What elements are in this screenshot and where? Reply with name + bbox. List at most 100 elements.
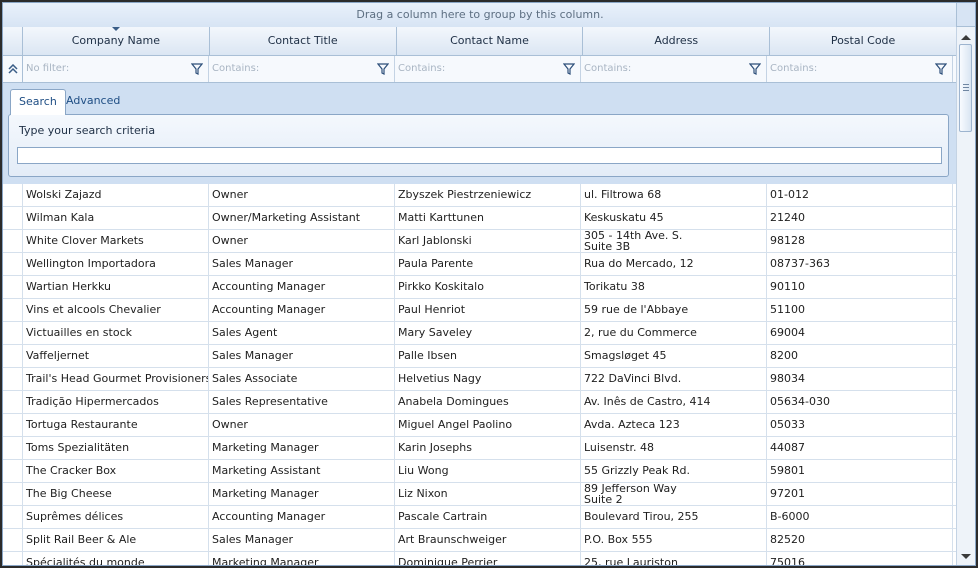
column-header-address[interactable]: Address xyxy=(583,27,771,55)
cell-contact-name[interactable]: Paula Parente xyxy=(395,253,581,275)
group-by-panel[interactable]: Drag a column here to group by this colu… xyxy=(3,3,957,28)
cell-postal-code[interactable]: 75016 xyxy=(767,552,953,565)
table-row[interactable]: Wellington Importadora Sales Manager Paula… xyxy=(3,253,957,276)
row-indicator[interactable] xyxy=(3,529,23,551)
cell-postal-code[interactable]: 8200 xyxy=(767,345,953,367)
scroll-thumb[interactable] xyxy=(959,44,972,132)
cell-company-name[interactable]: White Clover Markets xyxy=(23,230,209,252)
row-indicator[interactable] xyxy=(3,483,23,505)
column-header-postal-code[interactable]: Postal Code xyxy=(770,27,957,55)
cell-contact-title[interactable]: Owner/Marketing Assistant xyxy=(209,207,395,229)
row-indicator[interactable] xyxy=(3,368,23,390)
table-row[interactable]: Tradição Hipermercados Sales Representati… xyxy=(3,391,957,414)
cell-contact-title[interactable]: Sales Associate xyxy=(209,368,395,390)
table-row[interactable]: The Big Cheese Marketing Manager Liz Nixon… xyxy=(3,483,957,506)
cell-company-name[interactable]: Tortuga Restaurante xyxy=(23,414,209,436)
cell-address[interactable]: P.O. Box 555 xyxy=(581,529,767,551)
cell-postal-code[interactable]: 59801 xyxy=(767,460,953,482)
cell-address[interactable]: Luisenstr. 48 xyxy=(581,437,767,459)
table-row[interactable]: Victuailles en stock Sales Agent Mary Save… xyxy=(3,322,957,345)
cell-contact-name[interactable]: Matti Karttunen xyxy=(395,207,581,229)
cell-contact-name[interactable]: Anabela Domingues xyxy=(395,391,581,413)
cell-company-name[interactable]: Tradição Hipermercados xyxy=(23,391,209,413)
table-row[interactable]: Vaffeljernet Sales Manager Palle Ibsen Smag… xyxy=(3,345,957,368)
row-indicator[interactable] xyxy=(3,460,23,482)
cell-address[interactable]: 722 DaVinci Blvd. xyxy=(581,368,767,390)
cell-address[interactable]: Torikatu 38 xyxy=(581,276,767,298)
cell-company-name[interactable]: Vaffeljernet xyxy=(23,345,209,367)
cell-contact-name[interactable]: Paul Henriot xyxy=(395,299,581,321)
cell-company-name[interactable]: Victuailles en stock xyxy=(23,322,209,344)
cell-contact-title[interactable]: Marketing Assistant xyxy=(209,460,395,482)
cell-contact-name[interactable]: Helvetius Nagy xyxy=(395,368,581,390)
cell-postal-code[interactable]: 08737-363 xyxy=(767,253,953,275)
filter-cell-postal-code[interactable]: Contains: xyxy=(767,56,953,82)
cell-contact-name[interactable]: Karin Josephs xyxy=(395,437,581,459)
cell-contact-name[interactable]: Mary Saveley xyxy=(395,322,581,344)
cell-address[interactable]: 89 Jefferson Way Suite 2 xyxy=(581,483,767,505)
column-header-contact-title[interactable]: Contact Title xyxy=(210,27,397,55)
cell-address[interactable]: Keskuskatu 45 xyxy=(581,207,767,229)
filter-funnel-icon[interactable] xyxy=(563,63,575,75)
cell-postal-code[interactable]: 05634-030 xyxy=(767,391,953,413)
filter-funnel-icon[interactable] xyxy=(935,63,947,75)
cell-company-name[interactable]: Toms Spezialitäten xyxy=(23,437,209,459)
cell-address[interactable]: 25, rue Lauriston xyxy=(581,552,767,565)
cell-contact-title[interactable]: Sales Agent xyxy=(209,322,395,344)
cell-company-name[interactable]: Wolski Zajazd xyxy=(23,184,209,206)
cell-contact-title[interactable]: Sales Representative xyxy=(209,391,395,413)
cell-address[interactable]: 55 Grizzly Peak Rd. xyxy=(581,460,767,482)
cell-address[interactable]: 305 - 14th Ave. S. Suite 3B xyxy=(581,230,767,252)
row-indicator[interactable] xyxy=(3,207,23,229)
vertical-scrollbar[interactable] xyxy=(956,27,975,565)
row-indicator[interactable] xyxy=(3,230,23,252)
table-row[interactable]: Trail's Head Gourmet Provisioners Sales A… xyxy=(3,368,957,391)
cell-postal-code[interactable]: 69004 xyxy=(767,322,953,344)
column-header-contact-name[interactable]: Contact Name xyxy=(397,27,584,55)
table-row[interactable]: Toms Spezialitäten Marketing Manager Karin… xyxy=(3,437,957,460)
cell-contact-title[interactable]: Sales Manager xyxy=(209,529,395,551)
cell-contact-title[interactable]: Sales Manager xyxy=(209,345,395,367)
cell-postal-code[interactable]: 05033 xyxy=(767,414,953,436)
cell-company-name[interactable]: Wellington Importadora xyxy=(23,253,209,275)
scroll-up-arrow-icon[interactable] xyxy=(961,35,971,40)
row-indicator[interactable] xyxy=(3,276,23,298)
cell-company-name[interactable]: Trail's Head Gourmet Provisioners xyxy=(23,368,209,390)
table-row[interactable]: Spécialités du monde Marketing Manager Dom… xyxy=(3,552,957,565)
cell-postal-code[interactable]: 82520 xyxy=(767,529,953,551)
cell-postal-code[interactable]: 98034 xyxy=(767,368,953,390)
cell-contact-title[interactable]: Marketing Manager xyxy=(209,552,395,565)
tab-advanced[interactable]: Advanced xyxy=(58,89,128,113)
cell-contact-title[interactable]: Sales Manager xyxy=(209,253,395,275)
table-row[interactable]: Split Rail Beer & Ale Sales Manager Art Br… xyxy=(3,529,957,552)
data-grid[interactable]: Drag a column here to group by this colu… xyxy=(2,2,976,566)
filter-funnel-icon[interactable] xyxy=(191,63,203,75)
search-input[interactable] xyxy=(17,147,942,164)
cell-address[interactable]: ul. Filtrowa 68 xyxy=(581,184,767,206)
cell-address[interactable]: Boulevard Tirou, 255 xyxy=(581,506,767,528)
cell-contact-name[interactable]: Pascale Cartrain xyxy=(395,506,581,528)
cell-contact-title[interactable]: Marketing Manager xyxy=(209,483,395,505)
cell-company-name[interactable]: Wilman Kala xyxy=(23,207,209,229)
cell-contact-name[interactable]: Miguel Angel Paolino xyxy=(395,414,581,436)
cell-contact-name[interactable]: Palle Ibsen xyxy=(395,345,581,367)
cell-address[interactable]: Av. Inês de Castro, 414 xyxy=(581,391,767,413)
cell-contact-name[interactable]: Karl Jablonski xyxy=(395,230,581,252)
column-header-company-name[interactable]: Company Name xyxy=(23,27,210,55)
cell-company-name[interactable]: Wartian Herkku xyxy=(23,276,209,298)
cell-contact-name[interactable]: Pirkko Koskitalo xyxy=(395,276,581,298)
cell-address[interactable]: 59 rue de l'Abbaye xyxy=(581,299,767,321)
row-indicator[interactable] xyxy=(3,552,23,565)
cell-company-name[interactable]: Suprêmes délices xyxy=(23,506,209,528)
row-indicator[interactable] xyxy=(3,184,23,206)
row-indicator[interactable] xyxy=(3,299,23,321)
table-row[interactable]: Suprêmes délices Accounting Manager Pascal… xyxy=(3,506,957,529)
cell-address[interactable]: Rua do Mercado, 12 xyxy=(581,253,767,275)
cell-contact-title[interactable]: Owner xyxy=(209,414,395,436)
filter-funnel-icon[interactable] xyxy=(377,63,389,75)
table-row[interactable]: Vins et alcools Chevalier Accounting Mana… xyxy=(3,299,957,322)
cell-postal-code[interactable]: 44087 xyxy=(767,437,953,459)
cell-postal-code[interactable]: 01-012 xyxy=(767,184,953,206)
table-row[interactable]: Wolski Zajazd Owner Zbyszek Piestrzeniewic… xyxy=(3,184,957,207)
cell-postal-code[interactable]: 98128 xyxy=(767,230,953,252)
